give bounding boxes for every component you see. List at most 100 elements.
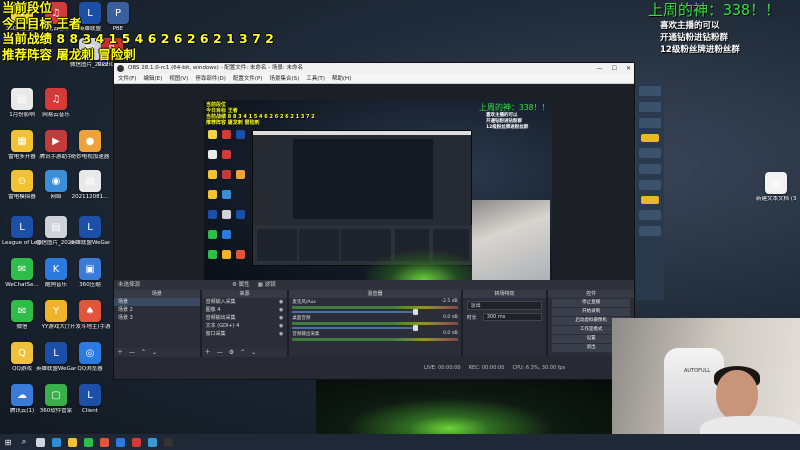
taskbar-wechat-button[interactable] xyxy=(80,434,96,450)
menu-tools[interactable]: 工具(T) xyxy=(306,74,325,83)
remove-source-icon[interactable]: — xyxy=(217,348,223,357)
search-icon: ⌕ xyxy=(21,437,27,446)
search-button[interactable]: ⌕ xyxy=(16,434,32,450)
desktop-shortcut[interactable]: ▤微信图片_2022051... xyxy=(36,216,76,247)
preview-desktop-icon xyxy=(222,230,231,239)
menu-profile[interactable]: 配置文件(P) xyxy=(233,74,263,83)
duration-field[interactable]: 300 ms xyxy=(482,313,543,321)
remove-scene-icon[interactable]: — xyxy=(129,348,135,357)
transitions-dock[interactable]: 转场特效 淡出 时长 300 ms xyxy=(462,290,547,357)
desktop-shortcut[interactable]: Y YY游戏大厅 xyxy=(38,300,74,331)
background-window-strip[interactable] xyxy=(636,80,664,300)
scene-item[interactable]: 场景 3 xyxy=(114,314,200,322)
source-item[interactable]: 文本 (GDI+) 4 ◉ xyxy=(202,322,288,330)
desktop-shortcut[interactable]: LLeague of Legends xyxy=(2,216,42,247)
sources-dock[interactable]: 来源 音频输入采集 ◉ 图像 4 ◉ 音频输出采集 ◉ 文本 (GDI+) 4 ◉ 窗口… xyxy=(201,290,288,357)
volume-slider[interactable] xyxy=(292,325,419,331)
eye-icon[interactable]: ◉ xyxy=(279,314,283,322)
desktop-shortcut[interactable]: ▣ 360压缩 xyxy=(72,258,108,289)
sources-dock-title: 来源 xyxy=(201,290,288,298)
mixer-channel[interactable]: 麦克风/Aux -2.5 dB xyxy=(289,298,460,315)
obs-titlebar[interactable]: OBS 28.1.0-rc1 (64-bit, windows) - 配置文件:… xyxy=(114,63,634,74)
desktop-shortcut[interactable]: ✉ 微信 xyxy=(4,300,40,331)
desktop-shortcut[interactable]: Q QQ游戏 xyxy=(4,342,40,373)
move-up-icon[interactable]: ⌃ xyxy=(240,348,245,357)
add-scene-icon[interactable]: ＋ xyxy=(117,348,123,357)
eye-icon[interactable]: ◉ xyxy=(279,298,283,306)
eye-icon[interactable]: ◉ xyxy=(279,322,283,330)
move-down-icon[interactable]: ⌄ xyxy=(152,348,157,357)
desktop-shortcut[interactable]: K 酷狗音乐 xyxy=(38,258,74,289)
taskbar-store-button[interactable] xyxy=(96,434,112,450)
desktop-shortcut[interactable]: ▢ 360软件管家 xyxy=(38,384,74,415)
source-item[interactable]: 窗口采集 ◉ xyxy=(202,330,288,338)
taskbar-browser-button[interactable] xyxy=(112,434,128,450)
menu-scene-collection[interactable]: 场景集合(S) xyxy=(269,74,299,83)
volume-slider[interactable] xyxy=(292,309,419,315)
taskbar-obs-button[interactable] xyxy=(160,434,176,450)
menu-file[interactable]: 文件(F) xyxy=(118,74,136,83)
menu-edit[interactable]: 编辑(E) xyxy=(143,74,162,83)
preview-god-title: 上周的神：338！！ xyxy=(479,103,550,112)
source-settings-icon[interactable]: ⚙ xyxy=(229,348,234,357)
source-item[interactable]: 图像 4 ◉ xyxy=(202,306,288,314)
desktop-shortcut[interactable]: ● 奇妙电视加速器 xyxy=(71,130,109,161)
move-down-icon[interactable]: ⌄ xyxy=(251,348,256,357)
desktop-shortcut[interactable]: ⊙ 雷电模拟器 xyxy=(4,170,40,201)
overlay-rank: 当前段位 xyxy=(2,0,53,15)
transition-select[interactable]: 淡出 xyxy=(466,301,543,310)
scene-item[interactable]: 场景 xyxy=(114,298,200,306)
taskbar-explorer-button[interactable] xyxy=(64,434,80,450)
eye-icon[interactable]: ◉ xyxy=(279,330,283,338)
desktop-shortcut[interactable]: ☁ 腾讯云(1) xyxy=(4,384,40,415)
move-up-icon[interactable]: ⌃ xyxy=(141,348,146,357)
taskbar-netease-button[interactable] xyxy=(128,434,144,450)
add-source-icon[interactable]: ＋ xyxy=(205,348,211,357)
scene-item[interactable]: 场景 2 xyxy=(114,306,200,314)
desktop-shortcut-label: QQ游戏 xyxy=(12,366,32,372)
taskbar-task-view-button[interactable] xyxy=(32,434,48,450)
mixer-channel[interactable]: 音频输出采集 0.0 dB xyxy=(289,330,460,342)
desktop-shortcut[interactable]: L 英雄联盟WeGame版 xyxy=(70,216,110,247)
start-recording-button[interactable]: 开始录制 xyxy=(552,308,631,316)
preview-canvas[interactable]: 当前段位 今日目标 王者 当前战绩 8 8 3 4 1 5 4 6 2 6 2 … xyxy=(204,100,552,280)
stop-streaming-button[interactable]: 停止直播 xyxy=(552,299,631,307)
desktop-shortcut[interactable]: ♫ 网易云音乐 xyxy=(38,88,74,119)
channel-db: -2.5 dB xyxy=(441,299,458,304)
obs-preview-area[interactable]: 当前段位 今日目标 王者 当前战绩 8 8 3 4 1 5 4 6 2 6 2 … xyxy=(114,84,634,280)
properties-button[interactable]: ⚙ 属性 xyxy=(232,280,250,290)
desktop-shortcut[interactable]: ♠ 开发斗地主(手游平台) xyxy=(70,300,110,331)
desktop-shortcut[interactable]: ▶ 腾讯手游助手 xyxy=(38,130,74,161)
close-icon[interactable]: ✕ xyxy=(626,63,631,74)
start-button[interactable]: ⊞ xyxy=(0,434,16,450)
desktop-shortcut[interactable]: ◉ 网络 xyxy=(38,170,74,201)
desktop-shortcut[interactable]: ▤ 1月份影响 xyxy=(4,88,40,119)
desktop-shortcut[interactable]: L 英雄联盟WeGame版 xyxy=(36,342,76,373)
desktop-shortcut[interactable]: L Client xyxy=(72,384,108,415)
menu-help[interactable]: 帮助(H) xyxy=(332,74,351,83)
mixer-dock[interactable]: 混音器 麦克风/Aux -2.5 dB 桌面音频 0.0 dB 音频输出采集 0.0 … xyxy=(289,290,461,357)
desktop-shortcut[interactable]: ◎ QQ浏览器 xyxy=(72,342,108,373)
taskbar-edge-button[interactable] xyxy=(48,434,64,450)
desktop-shortcut[interactable]: ▤ 202112081... xyxy=(72,170,108,201)
desktop-shortcut[interactable]: ▦ 雷电多开器 xyxy=(4,130,40,161)
mixer-channel[interactable]: 桌面音频 0.0 dB xyxy=(289,314,460,331)
scenes-dock[interactable]: 场景 场景 场景 2 场景 3 ＋ — ⌃ ⌄ xyxy=(114,290,200,357)
desktop-shortcut[interactable]: ✉ WeChatSe... xyxy=(4,258,40,289)
desktop-shortcut[interactable]: ▤ 新建文本文档 (3) xyxy=(756,172,796,203)
minimize-icon[interactable]: — xyxy=(597,63,603,74)
menu-docks[interactable]: 停靠部件(D) xyxy=(195,74,226,83)
app-icon: ☁ xyxy=(11,384,33,406)
taskbar-qq-button[interactable] xyxy=(144,434,160,450)
menu-view[interactable]: 视图(V) xyxy=(169,74,188,83)
maximize-icon[interactable]: ☐ xyxy=(612,63,617,74)
obs-window[interactable]: OBS 28.1.0-rc1 (64-bit, windows) - 配置文件:… xyxy=(113,62,635,380)
source-item[interactable]: 音频输入采集 ◉ xyxy=(202,298,288,306)
source-item[interactable]: 音频输出采集 ◉ xyxy=(202,314,288,322)
eye-icon[interactable]: ◉ xyxy=(279,306,283,314)
desktop-shortcut-label: 腾讯手游助手 xyxy=(39,154,73,160)
filters-button[interactable]: ▦ 滤镜 xyxy=(258,280,276,290)
channel-db: 0.0 dB xyxy=(443,315,458,320)
volume-meter xyxy=(292,322,458,325)
qq-icon xyxy=(147,437,157,447)
